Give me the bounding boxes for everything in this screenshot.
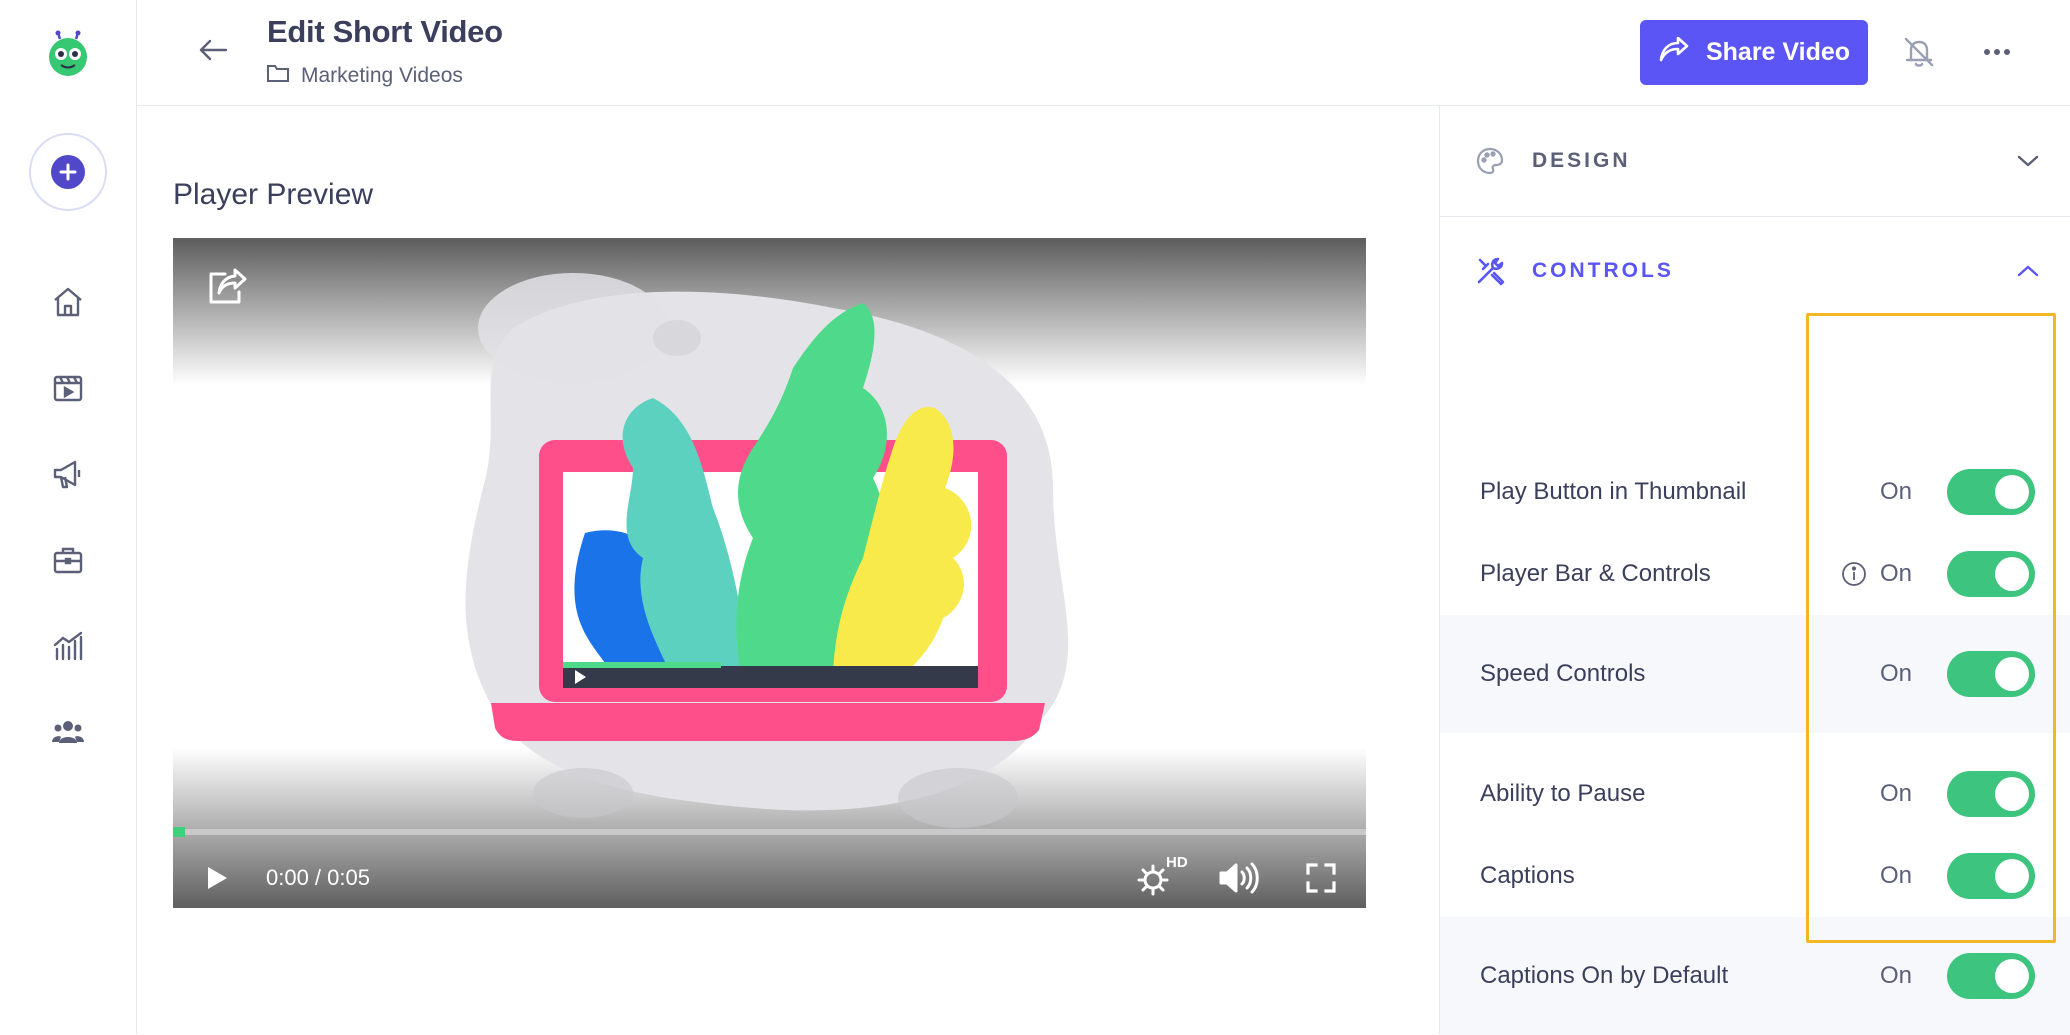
tools-icon [1474, 255, 1506, 287]
home-icon[interactable] [48, 282, 88, 322]
control-row: Captions On [1440, 835, 2070, 917]
ability-to-pause-toggle[interactable] [1947, 771, 2035, 817]
controls-section-header[interactable]: CONTROLS [1440, 216, 2070, 326]
notifications-off-icon[interactable] [1897, 30, 1941, 74]
page-title: Edit Short Video [267, 14, 503, 49]
player-fullscreen-icon[interactable] [1301, 858, 1341, 898]
business-icon[interactable] [48, 540, 88, 580]
video-thumbnail-illustration [465, 273, 1069, 828]
toggle-knob [1995, 859, 2029, 893]
control-row-label: Player Bar & Controls [1480, 560, 1711, 587]
chevron-up-icon [2013, 256, 2043, 286]
toggle-knob [1995, 475, 2029, 509]
back-arrow-icon[interactable] [193, 30, 233, 70]
toggle-knob [1995, 657, 2029, 691]
control-row: Speed Controls On [1440, 615, 2070, 733]
control-row-label: Ability to Pause [1480, 780, 1646, 807]
player-bar-controls-toggle[interactable] [1947, 551, 2035, 597]
control-row: Captions On by Default On [1440, 917, 2070, 1035]
player-time: 0:00 / 0:05 [266, 865, 370, 890]
player-play-icon[interactable] [197, 858, 237, 898]
palette-icon [1474, 145, 1506, 177]
captions-toggle[interactable] [1947, 853, 2035, 899]
folder-icon [267, 64, 289, 88]
control-row: Ability to Pause On [1440, 753, 2070, 835]
more-options-icon[interactable] [1975, 30, 2019, 74]
control-row-state: On [1880, 660, 1913, 687]
info-icon[interactable] [1840, 560, 1868, 588]
control-row-label: Captions On by Default [1480, 962, 1729, 989]
player-progress-fill [173, 827, 185, 837]
videos-icon[interactable] [48, 368, 88, 408]
control-row-state: On [1880, 560, 1913, 587]
share-video-button[interactable]: Share Video [1640, 20, 1868, 85]
control-row-label: Speed Controls [1480, 660, 1646, 687]
play-button-in-thumbnail-toggle[interactable] [1947, 469, 2035, 515]
player-preview-heading: Player Preview [173, 178, 374, 211]
captions-on-by-default-toggle[interactable] [1947, 953, 2035, 999]
settings-panel: DESIGN CONTROLS Play Button in Thumbnail… [1439, 106, 2070, 1035]
player-volume-icon[interactable] [1215, 856, 1263, 900]
control-row: Player Bar & Controls On [1440, 533, 2070, 615]
control-row-state: On [1880, 478, 1913, 505]
control-row-state: On [1880, 962, 1913, 989]
campaigns-icon[interactable] [48, 454, 88, 494]
toggle-knob [1995, 959, 2029, 993]
breadcrumb-folder[interactable]: Marketing Videos [267, 64, 463, 88]
design-section-label: DESIGN [1532, 149, 1631, 172]
player-settings-icon[interactable]: HD [1133, 852, 1193, 902]
create-button[interactable] [29, 133, 107, 211]
toggle-knob [1995, 777, 2029, 811]
toggle-knob [1995, 557, 2029, 591]
speed-controls-toggle[interactable] [1947, 651, 2035, 697]
share-arrow-icon [1658, 35, 1690, 70]
control-row-state: On [1880, 780, 1913, 807]
control-row-state: On [1880, 862, 1913, 889]
hd-badge: HD [1166, 854, 1188, 871]
control-row-label: Captions [1480, 862, 1575, 889]
app-logo[interactable] [44, 30, 92, 78]
folder-name: Marketing Videos [301, 64, 463, 87]
controls-section-label: CONTROLS [1532, 259, 1674, 282]
chevron-down-icon [2013, 146, 2043, 176]
top-bar: Edit Short Video Marketing Videos Share … [137, 0, 2070, 106]
video-player[interactable]: 0:00 / 0:05 HD [173, 238, 1366, 908]
plus-icon [51, 155, 85, 189]
left-rail [0, 0, 137, 1034]
control-row: Play Button in Thumbnail On [1440, 451, 2070, 533]
share-video-label: Share Video [1705, 38, 1851, 66]
design-section-header[interactable]: DESIGN [1440, 106, 2070, 216]
player-progress-bar[interactable] [173, 827, 1366, 837]
analytics-icon[interactable] [48, 626, 88, 666]
team-icon[interactable] [48, 712, 88, 752]
control-row-label: Play Button in Thumbnail [1480, 478, 1747, 505]
player-share-icon[interactable] [203, 262, 251, 310]
